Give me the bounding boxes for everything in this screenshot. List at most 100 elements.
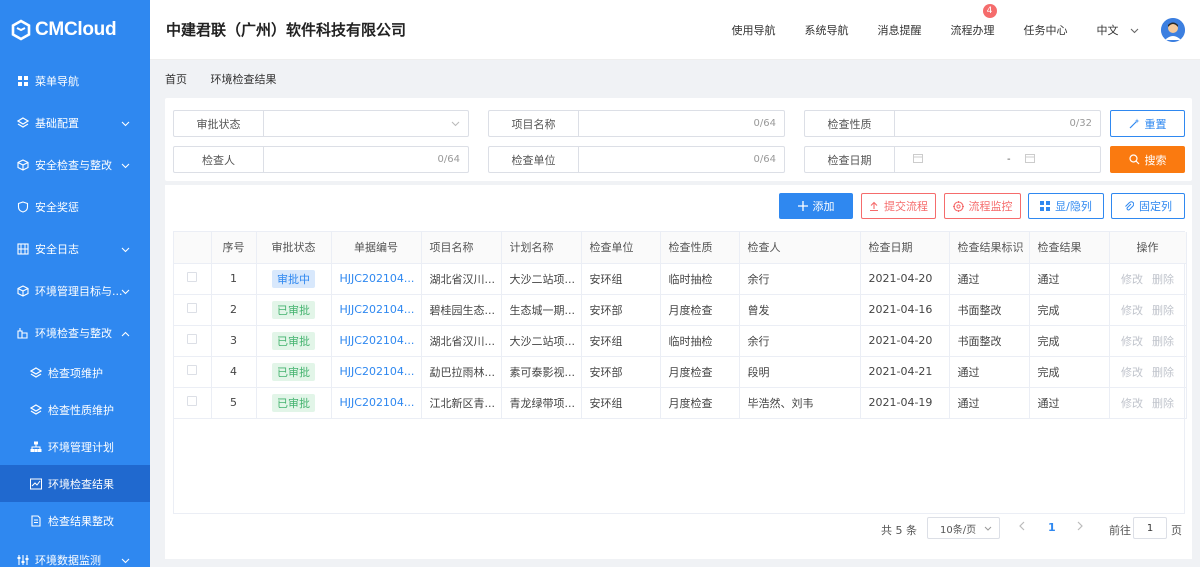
submit-process-button[interactable]: 提交流程: [861, 193, 936, 219]
sub-label: 检查结果整改: [48, 514, 114, 528]
document-link[interactable]: HJJC202104...: [340, 396, 415, 409]
sub-item-env-plan[interactable]: 环境管理计划: [0, 428, 150, 465]
row-checkbox[interactable]: [187, 303, 198, 313]
table-row[interactable]: 4 已审批 HJJC202104... 勐巴拉雨林... 素可泰影视... 安环…: [174, 356, 1187, 388]
document-link[interactable]: HJJC202104...: [340, 334, 415, 347]
goto-label: 前往: [1109, 524, 1131, 537]
document-link[interactable]: HJJC202104...: [340, 272, 415, 285]
nav-workflow[interactable]: 流程办理 4: [951, 4, 997, 38]
process-monitor-button[interactable]: 流程监控: [944, 193, 1021, 219]
pin-label: 固定列: [1139, 200, 1172, 213]
filter-unit[interactable]: 检查单位 0/64: [488, 146, 785, 173]
menu-item-nav[interactable]: 菜单导航: [0, 60, 150, 102]
search-label: 搜索: [1144, 153, 1167, 167]
breadcrumb-home[interactable]: 首页: [165, 73, 187, 86]
menu-item-basic-config[interactable]: 基础配置: [0, 102, 150, 144]
search-button[interactable]: 搜索: [1110, 146, 1185, 173]
cell-project: 湖北省汉川...: [421, 263, 502, 295]
upload-icon: [869, 201, 879, 211]
nav-system-guide[interactable]: 系统导航: [805, 22, 849, 38]
page-size-select[interactable]: 10条/页: [927, 517, 1000, 539]
filter-date[interactable]: 检查日期 -: [804, 146, 1101, 173]
row-checkbox[interactable]: [187, 396, 198, 406]
pin-columns-button[interactable]: 固定列: [1111, 193, 1185, 219]
sub-label: 环境检查结果: [48, 477, 114, 491]
filter-status[interactable]: 审批状态: [173, 110, 469, 137]
sidebar: CMCloud 菜单导航 基础配置 安全检查与整改 安全奖惩 安全日志 环境管理…: [0, 0, 150, 567]
monitor-label: 流程监控: [968, 200, 1013, 213]
sub-item-check-items[interactable]: 检查项维护: [0, 354, 150, 391]
filter-panel: 审批状态 项目名称 0/64 检查性质 0/32 重置 检查人 0/64 检查单…: [165, 98, 1192, 181]
avatar[interactable]: [1161, 18, 1185, 42]
next-page-button[interactable]: [1077, 521, 1084, 534]
cell-inspector: 余行: [739, 325, 861, 357]
filter-nature[interactable]: 检查性质 0/32: [804, 110, 1101, 137]
row-checkbox[interactable]: [187, 272, 198, 282]
sub-item-env-result[interactable]: 环境检查结果: [0, 465, 150, 502]
menu-item-env-check[interactable]: 环境检查与整改: [0, 312, 150, 354]
column-header: 检查人: [739, 232, 861, 264]
delete-link[interactable]: 删除: [1152, 335, 1174, 348]
filter-project-count: 0/64: [753, 118, 776, 129]
column-header: 计划名称: [501, 232, 582, 264]
row-checkbox-cell: [174, 387, 212, 419]
menu-label: 环境数据监测: [35, 554, 101, 567]
add-button[interactable]: 添加: [779, 193, 853, 219]
table-header-row: 序号 审批状态 单据编号 项目名称 计划名称 检查单位 检查性质 检查人 检查日…: [174, 232, 1187, 264]
submit-label: 提交流程: [884, 200, 928, 213]
shield-icon: [16, 201, 29, 214]
row-checkbox-cell: [174, 356, 212, 388]
edit-link[interactable]: 修改: [1121, 366, 1143, 379]
filter-inspector[interactable]: 检查人 0/64: [173, 146, 469, 173]
cell-plan: 生态城一期...: [501, 294, 582, 326]
cell-unit: 安环部: [581, 356, 661, 388]
delete-link[interactable]: 删除: [1152, 273, 1174, 286]
row-checkbox[interactable]: [187, 334, 198, 344]
grid-icon: [1040, 201, 1051, 211]
edit-link[interactable]: 修改: [1121, 304, 1143, 317]
menu-label: 基础配置: [35, 117, 79, 130]
menu-item-env-monitor[interactable]: 环境数据监测: [0, 539, 150, 567]
goto-page-input[interactable]: 1: [1133, 517, 1167, 539]
row-checkbox[interactable]: [187, 365, 198, 375]
row-checkbox-cell: [174, 325, 212, 357]
menu-item-safety-check[interactable]: 安全检查与整改: [0, 144, 150, 186]
sub-item-result-fix[interactable]: 检查结果整改: [0, 502, 150, 539]
current-page[interactable]: 1: [1048, 521, 1056, 534]
document-link[interactable]: HJJC202104...: [340, 303, 415, 316]
delete-link[interactable]: 删除: [1152, 304, 1174, 317]
page-size-label: 10条/页: [940, 524, 977, 536]
toggle-columns-button[interactable]: 显/隐列: [1028, 193, 1104, 219]
cube-icon: [16, 159, 29, 172]
filter-inspector-label: 检查人: [174, 147, 264, 172]
logo[interactable]: CMCloud: [0, 0, 150, 60]
edit-link[interactable]: 修改: [1121, 397, 1143, 410]
document-link[interactable]: HJJC202104...: [340, 365, 415, 378]
menu-item-env-target[interactable]: 环境管理目标与...: [0, 270, 150, 312]
filter-project[interactable]: 项目名称 0/64: [488, 110, 785, 137]
prev-page-button[interactable]: [1018, 521, 1025, 534]
delete-link[interactable]: 删除: [1152, 366, 1174, 379]
edit-link[interactable]: 修改: [1121, 273, 1143, 286]
nav-task-center[interactable]: 任务中心: [1024, 22, 1068, 38]
status-badge: 已审批: [272, 300, 315, 319]
table-row[interactable]: 3 已审批 HJJC202104... 湖北省汉川... 大沙二站项... 安环…: [174, 325, 1187, 357]
nav-messages[interactable]: 消息提醒: [878, 22, 922, 38]
table-row[interactable]: 1 审批中 HJJC202104... 湖北省汉川... 大沙二站项... 安环…: [174, 263, 1187, 295]
layers-icon: [30, 403, 42, 416]
status-badge: 审批中: [272, 269, 315, 288]
menu-item-safety-reward[interactable]: 安全奖惩: [0, 186, 150, 228]
chevron-down-icon: [984, 526, 992, 531]
nav-usage-guide[interactable]: 使用导航: [732, 22, 776, 38]
menu-item-safety-log[interactable]: 安全日志: [0, 228, 150, 270]
reset-button[interactable]: 重置: [1110, 110, 1185, 137]
edit-link[interactable]: 修改: [1121, 335, 1143, 348]
table-row[interactable]: 5 已审批 HJJC202104... 江北新区青... 青龙绿带项... 安环…: [174, 387, 1187, 419]
cell-status: 已审批: [256, 356, 332, 388]
sub-item-check-nature[interactable]: 检查性质维护: [0, 391, 150, 428]
delete-link[interactable]: 删除: [1152, 397, 1174, 410]
language-select[interactable]: 中文: [1097, 22, 1140, 38]
cell-date: 2021-04-20: [860, 325, 950, 357]
menu-label: 环境检查与整改: [35, 327, 112, 340]
table-row[interactable]: 2 已审批 HJJC202104... 碧桂园生态... 生态城一期... 安环…: [174, 294, 1187, 326]
